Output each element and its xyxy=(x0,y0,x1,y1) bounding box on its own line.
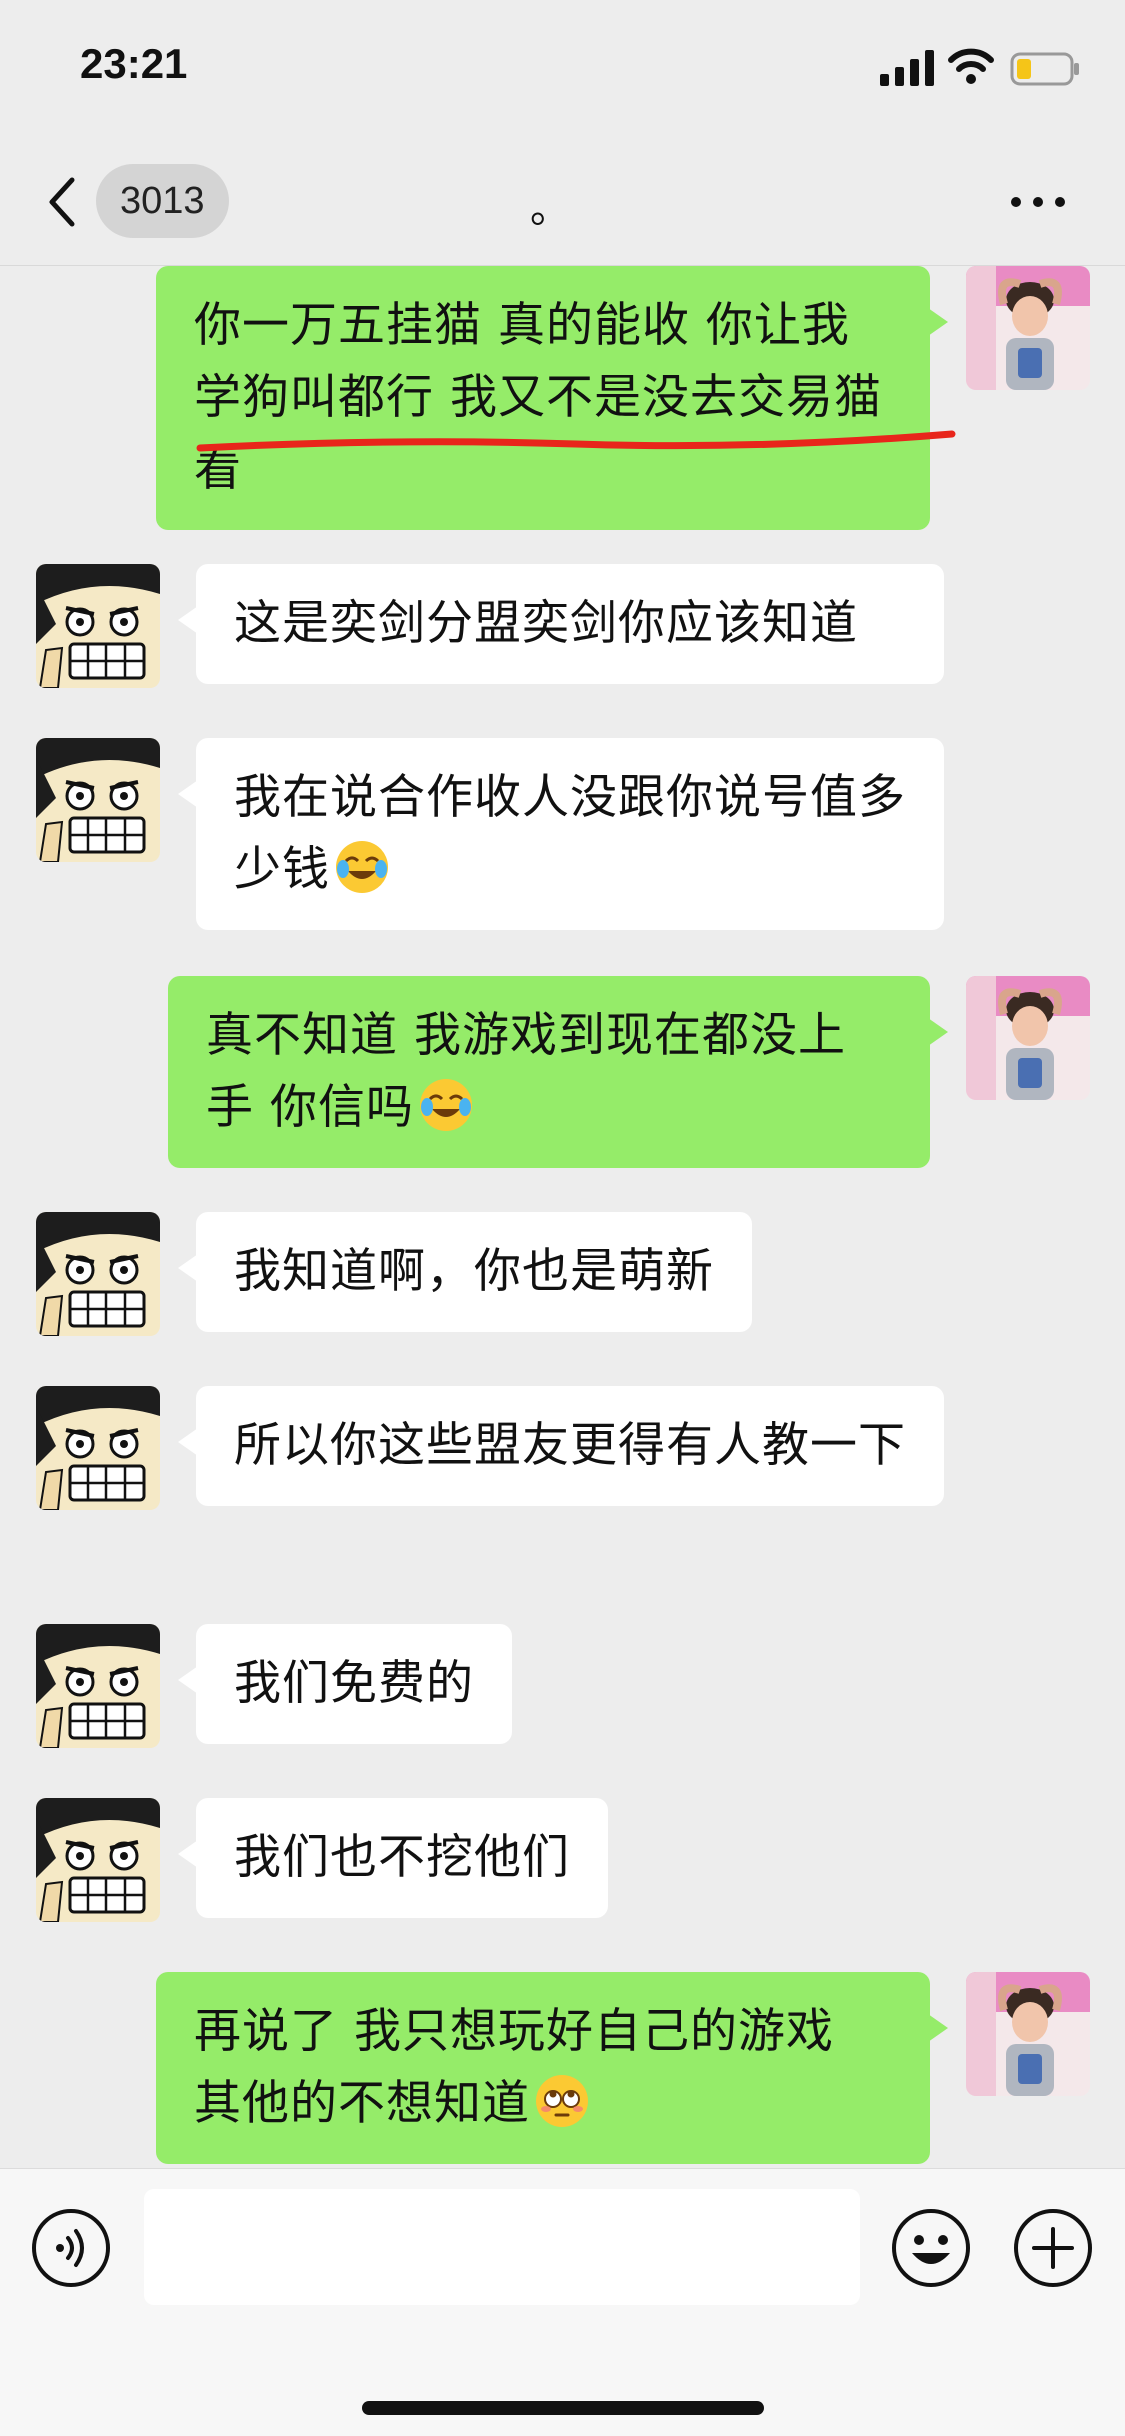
contact-avatar[interactable] xyxy=(36,1624,160,1748)
message-text: 我们免费的 xyxy=(234,1656,474,1711)
back-chevron-icon[interactable] xyxy=(42,172,82,232)
contact-avatar[interactable] xyxy=(36,1212,160,1336)
battery-icon xyxy=(1010,52,1079,86)
add-attachment-icon[interactable] xyxy=(1012,2207,1094,2289)
self-avatar[interactable] xyxy=(966,1972,1090,2096)
unread-count-badge[interactable]: 3013 xyxy=(96,164,229,238)
message-bubble-incoming[interactable]: 这是奕剑分盟奕剑你应该知道 xyxy=(178,564,944,684)
message-text: 这是奕剑分盟奕剑你应该知道 xyxy=(234,596,858,651)
self-avatar[interactable] xyxy=(966,976,1090,1100)
contact-avatar[interactable] xyxy=(36,738,160,862)
chat-title: 。 xyxy=(530,186,570,232)
chat-header: 3013 。 xyxy=(0,140,1125,266)
message-bubble-incoming[interactable]: 我们也不挖他们 xyxy=(178,1798,608,1918)
flushed-eye-roll-emoji-icon xyxy=(534,2073,590,2129)
message-text: 真不知道 我游戏到现在都没上手 你信吗 xyxy=(206,1008,846,1135)
message-text: 再说了 我只想玩好自己的游戏 其他的不想知道 xyxy=(194,2004,834,2131)
message-bubble-outgoing[interactable]: 再说了 我只想玩好自己的游戏 其他的不想知道 xyxy=(156,1972,948,2164)
message-bubble-outgoing[interactable]: 真不知道 我游戏到现在都没上手 你信吗 xyxy=(168,976,948,1168)
cellular-signal-icon xyxy=(880,50,934,86)
message-bubble-incoming[interactable]: 所以你这些盟友更得有人教一下 xyxy=(178,1386,944,1506)
home-indicator[interactable] xyxy=(362,2401,764,2415)
message-input[interactable] xyxy=(144,2189,860,2305)
message-text: 所以你这些盟友更得有人教一下 xyxy=(234,1418,906,1473)
message-bubble-outgoing[interactable]: 你一万五挂猫 真的能收 你让我学狗叫都行 我又不是没去交易猫看 xyxy=(156,266,948,530)
wifi-icon xyxy=(948,48,994,84)
self-avatar[interactable] xyxy=(966,266,1090,390)
more-options-icon[interactable] xyxy=(1008,182,1068,222)
contact-avatar[interactable] xyxy=(36,564,160,688)
message-text: 我们也不挖他们 xyxy=(234,1830,570,1885)
input-bar xyxy=(0,2168,1125,2436)
message-bubble-incoming[interactable]: 我知道啊，你也是萌新 xyxy=(178,1212,752,1332)
status-time: 23:21 xyxy=(80,40,188,87)
red-annotation-underline xyxy=(196,430,956,452)
status-bar: 23:21 xyxy=(0,0,1125,140)
tears-of-joy-emoji-icon xyxy=(418,1077,474,1133)
contact-avatar[interactable] xyxy=(36,1386,160,1510)
contact-avatar[interactable] xyxy=(36,1798,160,1922)
emoji-picker-icon[interactable] xyxy=(890,2207,972,2289)
message-bubble-incoming[interactable]: 我们免费的 xyxy=(178,1624,512,1744)
message-bubble-incoming[interactable]: 我在说合作收人没跟你说号值多少钱 xyxy=(178,738,944,930)
tears-of-joy-emoji-icon xyxy=(334,839,390,895)
message-text: 我知道啊，你也是萌新 xyxy=(234,1244,714,1299)
voice-input-icon[interactable] xyxy=(30,2207,112,2289)
